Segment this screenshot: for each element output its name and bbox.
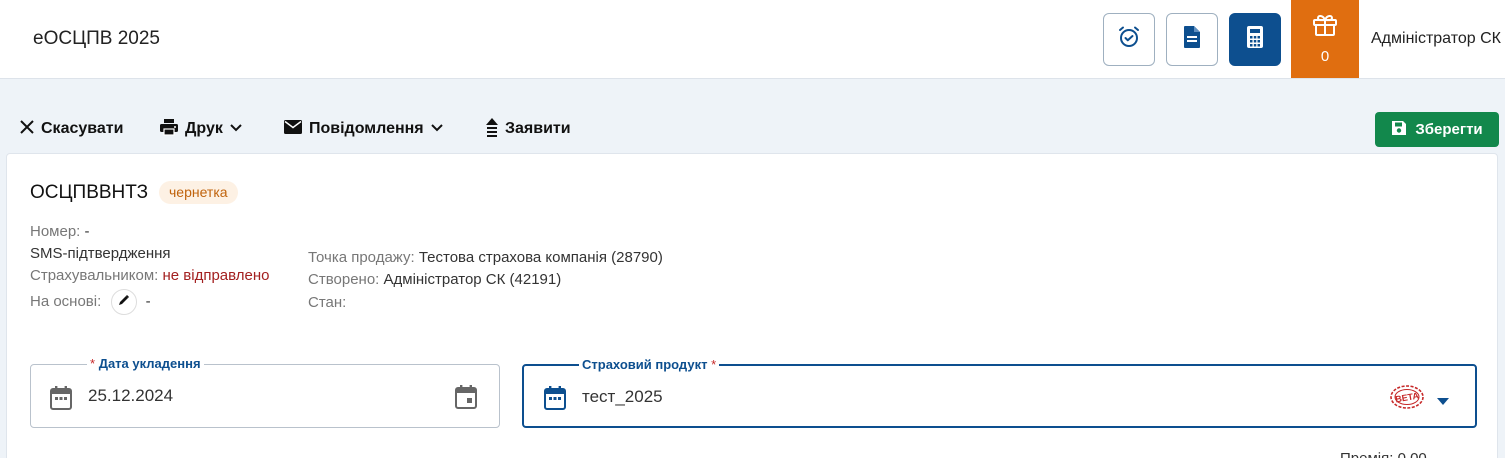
status-badge: чернетка [159, 181, 238, 204]
calendar-icon [50, 386, 72, 415]
calculator-button[interactable] [1229, 13, 1281, 66]
state-label: Стан: [308, 294, 347, 311]
based-on-value: - [145, 292, 151, 310]
save-button[interactable]: Зберегти [1375, 112, 1499, 147]
sale-point-label: Точка продажу: [308, 249, 415, 266]
insurer-row: Страхувальником: не відправлено [30, 267, 270, 285]
upload-icon [485, 117, 499, 142]
notifications-label: Повідомлення [309, 120, 424, 137]
required-mark: * [711, 357, 717, 372]
cancel-label: Скасувати [41, 120, 124, 137]
created-row: Створено: Адміністратор СК (42191) [308, 271, 561, 289]
document-card: ОСЦПВВНТЗ чернетка Номер: - SMS-підтверд… [6, 153, 1498, 458]
sale-point-row: Точка продажу: Тестова страхова компанія… [308, 249, 663, 267]
print-menu-button[interactable]: Друк [159, 110, 243, 148]
document-icon [1181, 25, 1203, 54]
envelope-icon [283, 119, 303, 140]
alarm-clock-icon [1117, 25, 1141, 54]
gift-icon [1312, 13, 1338, 42]
chevron-down-icon [229, 120, 243, 138]
state-row: Стан: [308, 294, 346, 312]
number-value: - [84, 223, 90, 240]
insurance-product-label: Страховий продукт * [579, 357, 720, 372]
close-icon [19, 119, 35, 140]
user-name[interactable]: Адміністратор СК [1371, 30, 1501, 48]
sms-label: SMS-підтвердження [30, 245, 171, 262]
floppy-disk-icon [1391, 120, 1407, 140]
contract-date-value: 25.12.2024 [88, 386, 174, 405]
alarm-button[interactable] [1103, 13, 1155, 66]
contract-date-label: * Дата укладення [87, 356, 204, 371]
sale-point-value: Тестова страхова компанія (28790) [418, 249, 663, 266]
document-title: ОСЦПВВНТЗ [30, 182, 149, 203]
top-header: еОСЦПВ 2025 0 Адміністратор СК [0, 0, 1505, 79]
pencil-icon [118, 293, 130, 311]
submit-button[interactable]: Заявити [485, 110, 571, 148]
calendar-icon [544, 386, 566, 415]
save-label: Зберегти [1415, 121, 1483, 138]
chevron-down-icon [430, 120, 444, 138]
gift-button[interactable]: 0 [1291, 0, 1359, 78]
beta-label: BETA [1394, 390, 1420, 404]
based-on-label: На основі: [30, 292, 102, 310]
app-title: еОСЦПВ 2025 [33, 28, 160, 49]
calculator-icon [1246, 25, 1264, 54]
created-value: Адміністратор СК (42191) [383, 271, 562, 288]
edit-based-on-button[interactable] [111, 289, 138, 315]
number-label: Номер: [30, 223, 81, 240]
contract-date-label-text: Дата укладення [98, 356, 201, 371]
beta-stamp-icon: BETA [1389, 384, 1425, 415]
action-toolbar: Скасувати Друк Повідомлення Заявити Збер… [0, 110, 1505, 148]
contract-date-field[interactable]: * Дата укладення 25.12.2024 [30, 356, 500, 428]
required-mark: * [90, 356, 96, 371]
insurance-product-select[interactable]: Страховий продукт * тест_2025 BETA [522, 357, 1477, 428]
insurance-product-value: тест_2025 [582, 387, 663, 406]
document-button[interactable] [1166, 13, 1218, 66]
dropdown-arrow-icon[interactable] [1436, 393, 1450, 411]
print-label: Друк [185, 120, 223, 137]
sms-row: SMS-підтвердження [30, 245, 171, 263]
printer-icon [159, 118, 179, 141]
cancel-button[interactable]: Скасувати [19, 110, 123, 148]
based-on-row: На основі: - [30, 289, 151, 315]
submit-label: Заявити [505, 120, 571, 137]
date-picker-icon[interactable] [455, 385, 477, 414]
created-label: Створено: [308, 271, 380, 288]
premium-total: Премія: 0.00 [1340, 450, 1427, 458]
number-row: Номер: - [30, 223, 90, 241]
insurer-label: Страхувальником: [30, 267, 159, 284]
notifications-menu-button[interactable]: Повідомлення [283, 110, 444, 148]
insurance-product-label-text: Страховий продукт [582, 357, 708, 372]
gift-count: 0 [1320, 48, 1330, 65]
insurer-value: не відправлено [162, 267, 270, 284]
